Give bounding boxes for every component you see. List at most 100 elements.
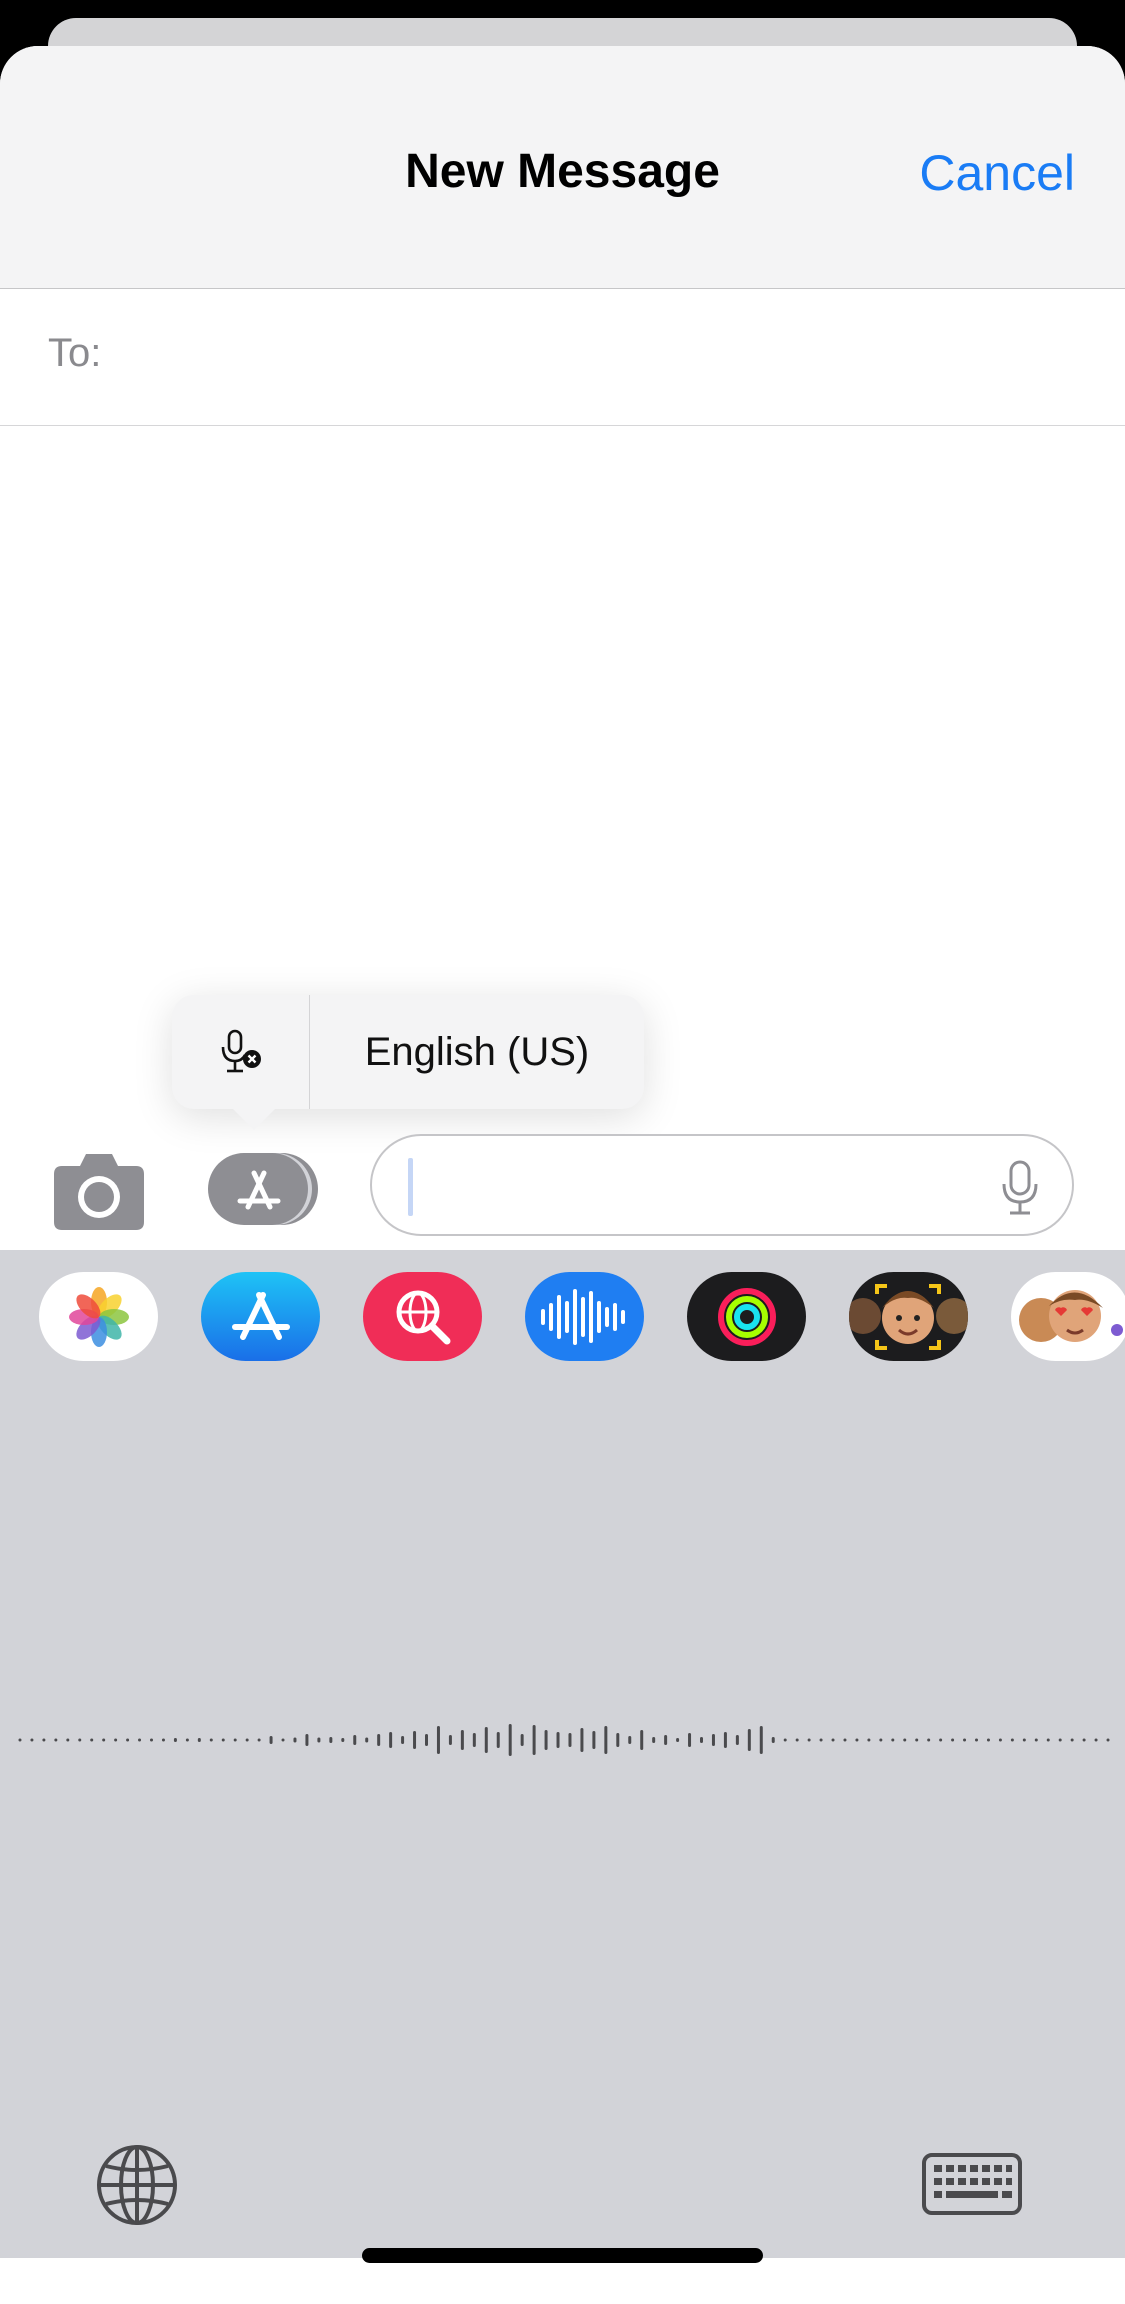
waveform-bar (436, 1726, 440, 1754)
dictation-toggle-button[interactable] (172, 995, 310, 1109)
waveform-bar (915, 1738, 919, 1742)
popup-pointer (232, 1108, 276, 1130)
message-input[interactable] (370, 1134, 1074, 1236)
waveform-bar (1058, 1738, 1062, 1742)
waveform-bar (807, 1738, 811, 1742)
app-store-icon (231, 1291, 290, 1340)
camera-icon (54, 1154, 144, 1230)
waveform-bar (891, 1738, 895, 1742)
memoji-app[interactable] (849, 1272, 968, 1361)
waveform-bar (604, 1726, 608, 1754)
waveform-bar (221, 1738, 225, 1742)
photos-icon (68, 1286, 129, 1347)
waveform-bar (676, 1738, 680, 1742)
microphone-icon[interactable] (1000, 1160, 1040, 1216)
cancel-button[interactable]: Cancel (919, 144, 1075, 202)
waveform-bar (18, 1738, 22, 1742)
waveform-bar (939, 1738, 943, 1742)
waveform-bar (126, 1738, 130, 1742)
waveform-bar (448, 1735, 452, 1745)
waveform-bar (903, 1738, 907, 1742)
waveform-bar (616, 1733, 620, 1747)
waveform-bar (664, 1735, 668, 1745)
waveform-bar (257, 1738, 261, 1742)
waveform-bar (640, 1730, 644, 1750)
apps-button[interactable] (208, 1151, 320, 1227)
waveform-bar (329, 1737, 333, 1743)
waveform-bar (317, 1737, 321, 1743)
waveform-bar (855, 1738, 859, 1742)
waveform-bar (592, 1731, 596, 1749)
to-label: To: (48, 331, 102, 375)
waveform-bar (723, 1732, 727, 1748)
waveform-bar (508, 1724, 512, 1756)
globe-icon[interactable] (96, 2144, 178, 2226)
waveform-bar (150, 1738, 153, 1742)
waveform-bar (998, 1738, 1002, 1742)
waveform-bar (365, 1737, 369, 1743)
waveform-bar (389, 1732, 393, 1748)
waveform-bar (556, 1732, 560, 1748)
waveform-bar (209, 1738, 213, 1742)
waveform-bar (484, 1727, 488, 1753)
images-search-app[interactable] (363, 1272, 482, 1361)
waveform-bar (185, 1738, 189, 1742)
memoji-stickers-app[interactable] (1011, 1272, 1125, 1361)
waveform-bar (1094, 1738, 1098, 1742)
waveform-bar (628, 1736, 632, 1744)
microphone-slash-icon (221, 1029, 261, 1073)
waveform-bar (1070, 1738, 1074, 1742)
globe-search-icon (396, 1290, 450, 1344)
activity-rings-icon (717, 1287, 776, 1346)
audio-app[interactable] (525, 1272, 644, 1361)
waveform-bar (341, 1738, 345, 1742)
home-indicator (362, 2248, 763, 2263)
dictation-language-label[interactable]: English (US) (310, 995, 644, 1109)
waveform-bar (496, 1732, 500, 1748)
camera-button[interactable] (52, 1148, 146, 1232)
waveform-bar (245, 1738, 249, 1742)
memoji-icon (849, 1284, 968, 1350)
waveform-bar (425, 1734, 428, 1746)
waveform-bar (568, 1733, 572, 1747)
waveform-bar (963, 1738, 967, 1742)
dictation-waveform (18, 1724, 1110, 1756)
waveform-bar (1046, 1738, 1050, 1742)
text-cursor (408, 1158, 413, 1216)
waveform-bar (520, 1734, 524, 1746)
waveform-bar (688, 1733, 692, 1747)
waveform-bar (652, 1737, 656, 1743)
dictation-language-popup: English (US) (172, 995, 644, 1109)
waveform-bar (1082, 1738, 1086, 1742)
waveform-bar (90, 1738, 94, 1742)
waveform-bar (305, 1734, 309, 1746)
waveform-bar (401, 1736, 405, 1744)
waveform-bar (544, 1730, 548, 1750)
waveform-bar (269, 1736, 273, 1744)
waveform-bar (114, 1738, 118, 1742)
waveform-bar (138, 1738, 142, 1742)
waveform-bar (795, 1738, 799, 1742)
waveform-bar (30, 1738, 34, 1742)
app-store-icon (208, 1153, 318, 1225)
waveform-bar (197, 1738, 201, 1742)
waveform-bar (1034, 1738, 1038, 1742)
keyboard-icon[interactable] (922, 2153, 1022, 2215)
waveform-bar (293, 1737, 297, 1743)
waveform-bar (819, 1738, 823, 1742)
waveform-bar (42, 1738, 46, 1742)
waveform-bar (1022, 1738, 1026, 1742)
audio-wave-icon (540, 1288, 625, 1345)
waveform-bar (580, 1728, 584, 1752)
activity-app[interactable] (687, 1272, 806, 1361)
waveform-bar (1106, 1738, 1110, 1742)
waveform-bar (771, 1737, 775, 1743)
waveform-bar (735, 1735, 739, 1745)
waveform-bar (54, 1738, 58, 1742)
app-store-app[interactable] (201, 1272, 320, 1361)
app-drawer (0, 1250, 1125, 2258)
waveform-bar (66, 1738, 70, 1742)
waveform-bar (472, 1733, 476, 1747)
photos-app[interactable] (39, 1272, 158, 1361)
recipient-row[interactable]: To: (0, 289, 1125, 426)
